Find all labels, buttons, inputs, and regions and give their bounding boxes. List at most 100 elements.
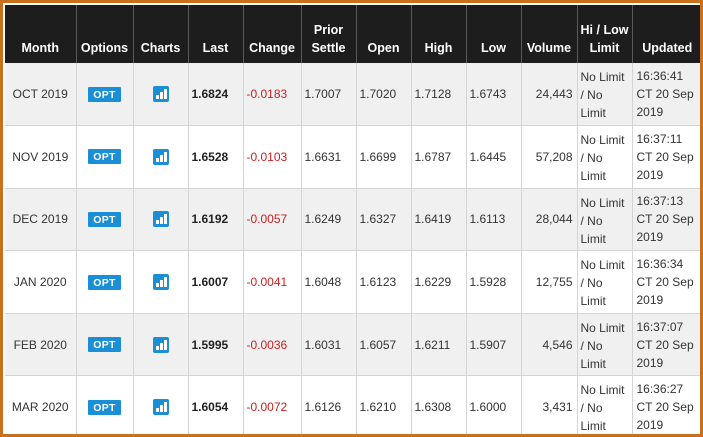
open-cell: 1.6057 (356, 313, 412, 377)
header-change[interactable]: Change (243, 5, 302, 63)
open-cell: 1.6327 (356, 188, 412, 252)
high-cell: 1.6308 (411, 375, 467, 434)
charts-cell (133, 125, 189, 189)
low-cell: 1.6445 (466, 125, 522, 189)
opt-button[interactable]: OPT (88, 337, 121, 353)
table-row: JAN 2020 OPT 1.6007 -0.0041 1.6048 1.6123 1.62… (5, 250, 700, 314)
table-row: FEB 2020 OPT 1.5995 -0.0036 1.6031 1.6057 1.62… (5, 313, 700, 377)
opt-button[interactable]: OPT (88, 399, 121, 415)
low-cell: 1.6113 (466, 188, 522, 252)
open-cell: 1.6123 (356, 250, 412, 314)
volume-cell: 57,208 (521, 125, 578, 189)
limit-cell: No Limit / No Limit (577, 375, 633, 434)
volume-cell: 28,044 (521, 188, 578, 252)
limit-cell: No Limit / No Limit (577, 63, 633, 127)
header-hi-low-limit: Hi / Low Limit (577, 5, 633, 63)
opt-button[interactable]: OPT (88, 274, 121, 290)
charts-cell (133, 375, 189, 434)
opt-button[interactable]: OPT (88, 149, 121, 165)
low-cell: 1.6000 (466, 375, 522, 434)
prior-settle-cell: 1.6048 (301, 250, 357, 314)
prior-settle-cell: 1.6031 (301, 313, 357, 377)
header-open[interactable]: Open (356, 5, 412, 63)
change-cell: -0.0041 (243, 250, 302, 314)
change-cell: -0.0183 (243, 63, 302, 127)
limit-cell: No Limit / No Limit (577, 250, 633, 314)
change-cell: -0.0072 (243, 375, 302, 434)
low-cell: 1.6743 (466, 63, 522, 127)
volume-cell: 12,755 (521, 250, 578, 314)
change-cell: -0.0057 (243, 188, 302, 252)
bar-chart-icon[interactable] (152, 86, 169, 103)
prior-settle-cell: 1.6126 (301, 375, 357, 434)
opt-button[interactable]: OPT (88, 86, 121, 102)
table-row: NOV 2019 OPT 1.6528 -0.0103 1.6631 1.6699 1.67… (5, 125, 700, 189)
limit-cell: No Limit / No Limit (577, 188, 633, 252)
updated-cell: 16:36:41 CT 20 Sep 2019 (632, 63, 700, 127)
month-cell: JAN 2020 (5, 250, 77, 314)
quotes-frame: Month Options Charts Last Change Prior S… (0, 0, 703, 437)
month-cell: DEC 2019 (5, 188, 77, 252)
prior-settle-cell: 1.7007 (301, 63, 357, 127)
options-cell: OPT (76, 375, 134, 434)
month-cell: OCT 2019 (5, 63, 77, 127)
month-cell: NOV 2019 (5, 125, 77, 189)
limit-cell: No Limit / No Limit (577, 125, 633, 189)
month-cell: MAR 2020 (5, 375, 77, 434)
futures-quotes-table: Month Options Charts Last Change Prior S… (5, 5, 700, 434)
last-cell: 1.6528 (188, 125, 244, 189)
options-cell: OPT (76, 188, 134, 252)
bar-chart-icon[interactable] (152, 399, 169, 416)
open-cell: 1.6699 (356, 125, 412, 189)
header-last[interactable]: Last (188, 5, 244, 63)
table-row: MAR 2020 OPT 1.6054 -0.0072 1.6126 1.6210 1.63… (5, 375, 700, 434)
updated-cell: 16:36:27 CT 20 Sep 2019 (632, 375, 700, 434)
options-cell: OPT (76, 250, 134, 314)
high-cell: 1.6211 (411, 313, 467, 377)
open-cell: 1.6210 (356, 375, 412, 434)
header-updated[interactable]: Updated (632, 5, 700, 63)
header-prior-settle[interactable]: Prior Settle (301, 5, 357, 63)
last-cell: 1.6054 (188, 375, 244, 434)
last-cell: 1.6824 (188, 63, 244, 127)
charts-cell (133, 250, 189, 314)
header-low[interactable]: Low (466, 5, 522, 63)
updated-cell: 16:36:34 CT 20 Sep 2019 (632, 250, 700, 314)
volume-cell: 4,546 (521, 313, 578, 377)
prior-settle-cell: 1.6631 (301, 125, 357, 189)
volume-cell: 24,443 (521, 63, 578, 127)
limit-cell: No Limit / No Limit (577, 313, 633, 377)
header-month[interactable]: Month (5, 5, 77, 63)
header-options: Options (76, 5, 134, 63)
last-cell: 1.6192 (188, 188, 244, 252)
header-volume[interactable]: Volume (521, 5, 578, 63)
header-high[interactable]: High (411, 5, 467, 63)
options-cell: OPT (76, 125, 134, 189)
bar-chart-icon[interactable] (152, 274, 169, 291)
change-cell: -0.0103 (243, 125, 302, 189)
charts-cell (133, 188, 189, 252)
header-row: Month Options Charts Last Change Prior S… (5, 5, 700, 63)
bar-chart-icon[interactable] (152, 336, 169, 353)
updated-cell: 16:37:13 CT 20 Sep 2019 (632, 188, 700, 252)
high-cell: 1.6419 (411, 188, 467, 252)
high-cell: 1.6787 (411, 125, 467, 189)
options-cell: OPT (76, 63, 134, 127)
last-cell: 1.5995 (188, 313, 244, 377)
updated-cell: 16:37:11 CT 20 Sep 2019 (632, 125, 700, 189)
high-cell: 1.7128 (411, 63, 467, 127)
bar-chart-icon[interactable] (152, 148, 169, 165)
charts-cell (133, 313, 189, 377)
options-cell: OPT (76, 313, 134, 377)
prior-settle-cell: 1.6249 (301, 188, 357, 252)
opt-button[interactable]: OPT (88, 211, 121, 227)
bar-chart-icon[interactable] (152, 211, 169, 228)
volume-cell: 3,431 (521, 375, 578, 434)
high-cell: 1.6229 (411, 250, 467, 314)
month-cell: FEB 2020 (5, 313, 77, 377)
updated-cell: 16:37:07 CT 20 Sep 2019 (632, 313, 700, 377)
table-row: DEC 2019 OPT 1.6192 -0.0057 1.6249 1.6327 1.64… (5, 188, 700, 252)
low-cell: 1.5928 (466, 250, 522, 314)
table-row: OCT 2019 OPT 1.6824 -0.0183 1.7007 1.7020 1.71… (5, 63, 700, 127)
low-cell: 1.5907 (466, 313, 522, 377)
